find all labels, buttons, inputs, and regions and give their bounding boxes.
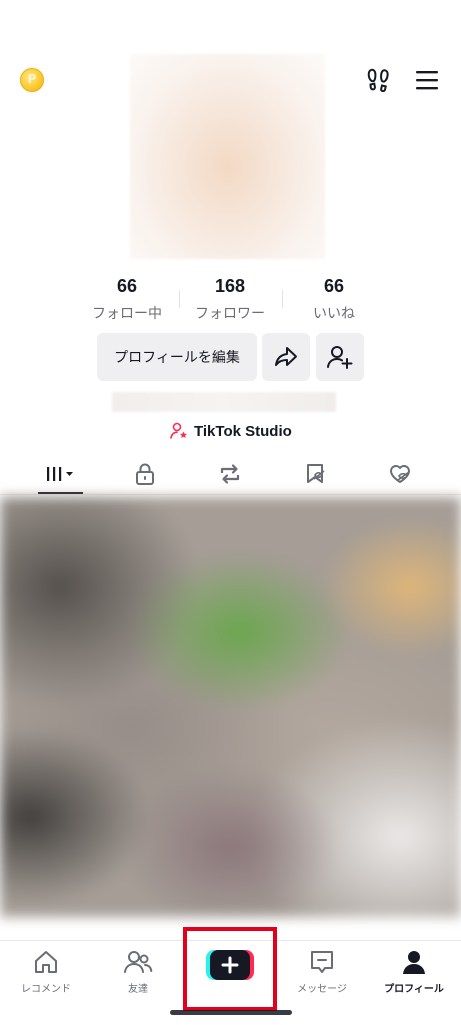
nav-profile-label: プロフィール [384, 984, 444, 995]
edit-profile-button[interactable]: プロフィールを編集 [97, 333, 257, 381]
friends-icon [124, 951, 153, 973]
profile-icon [403, 951, 425, 974]
stat-divider [282, 290, 283, 308]
nav-home[interactable]: レコメンド [6, 948, 86, 995]
likes-label: いいね [313, 306, 355, 322]
add-friend-button[interactable] [316, 333, 364, 381]
bookmark-hidden-icon [307, 464, 325, 483]
following-label: フォロー中 [92, 306, 162, 322]
nav-inbox-label: メッセージ [297, 984, 347, 995]
share-profile-button[interactable] [262, 333, 310, 381]
repost-icon [220, 464, 240, 484]
followers-stat[interactable]: 168 フォロワー [180, 276, 280, 323]
create-button-highlight [183, 927, 277, 1011]
tiktok-studio-link[interactable]: TikTok Studio [170, 420, 292, 442]
bio-text-blurred [112, 392, 336, 412]
tiktok-studio-label: TikTok Studio [194, 422, 292, 440]
tab-reposts[interactable] [200, 456, 260, 492]
studio-user-star-icon [170, 422, 187, 439]
following-count: 66 [116, 276, 138, 296]
add-user-icon [327, 346, 353, 369]
inbox-icon [311, 951, 333, 973]
video-grid-blurred[interactable] [0, 497, 461, 917]
following-stat[interactable]: 66 フォロー中 [77, 276, 177, 323]
home-indicator [170, 1010, 292, 1015]
coin-icon[interactable]: P [20, 68, 44, 92]
tab-liked[interactable] [370, 456, 430, 492]
nav-profile[interactable]: プロフィール [374, 948, 454, 995]
tab-private[interactable] [115, 456, 175, 492]
tab-favorites[interactable] [285, 456, 345, 492]
footprints-icon[interactable] [366, 66, 392, 92]
hamburger-menu-icon[interactable] [414, 68, 440, 92]
tab-videos[interactable] [31, 456, 91, 492]
followers-label: フォロワー [195, 306, 265, 322]
videos-grid-icon [47, 467, 73, 481]
nav-friends[interactable]: 友達 [98, 948, 178, 995]
nav-inbox[interactable]: メッセージ [282, 948, 362, 995]
likes-count: 66 [323, 276, 345, 296]
avatar[interactable] [130, 54, 325, 259]
liked-hidden-icon [390, 465, 410, 483]
tab-divider [0, 494, 461, 495]
lock-icon [136, 463, 154, 485]
share-arrow-icon [275, 347, 297, 366]
likes-stat[interactable]: 66 いいね [284, 276, 384, 323]
followers-count: 168 [214, 276, 246, 296]
nav-home-label: レコメンド [21, 984, 71, 995]
home-icon [35, 951, 57, 973]
nav-friends-label: 友達 [128, 984, 148, 995]
coin-letter: P [27, 72, 37, 86]
